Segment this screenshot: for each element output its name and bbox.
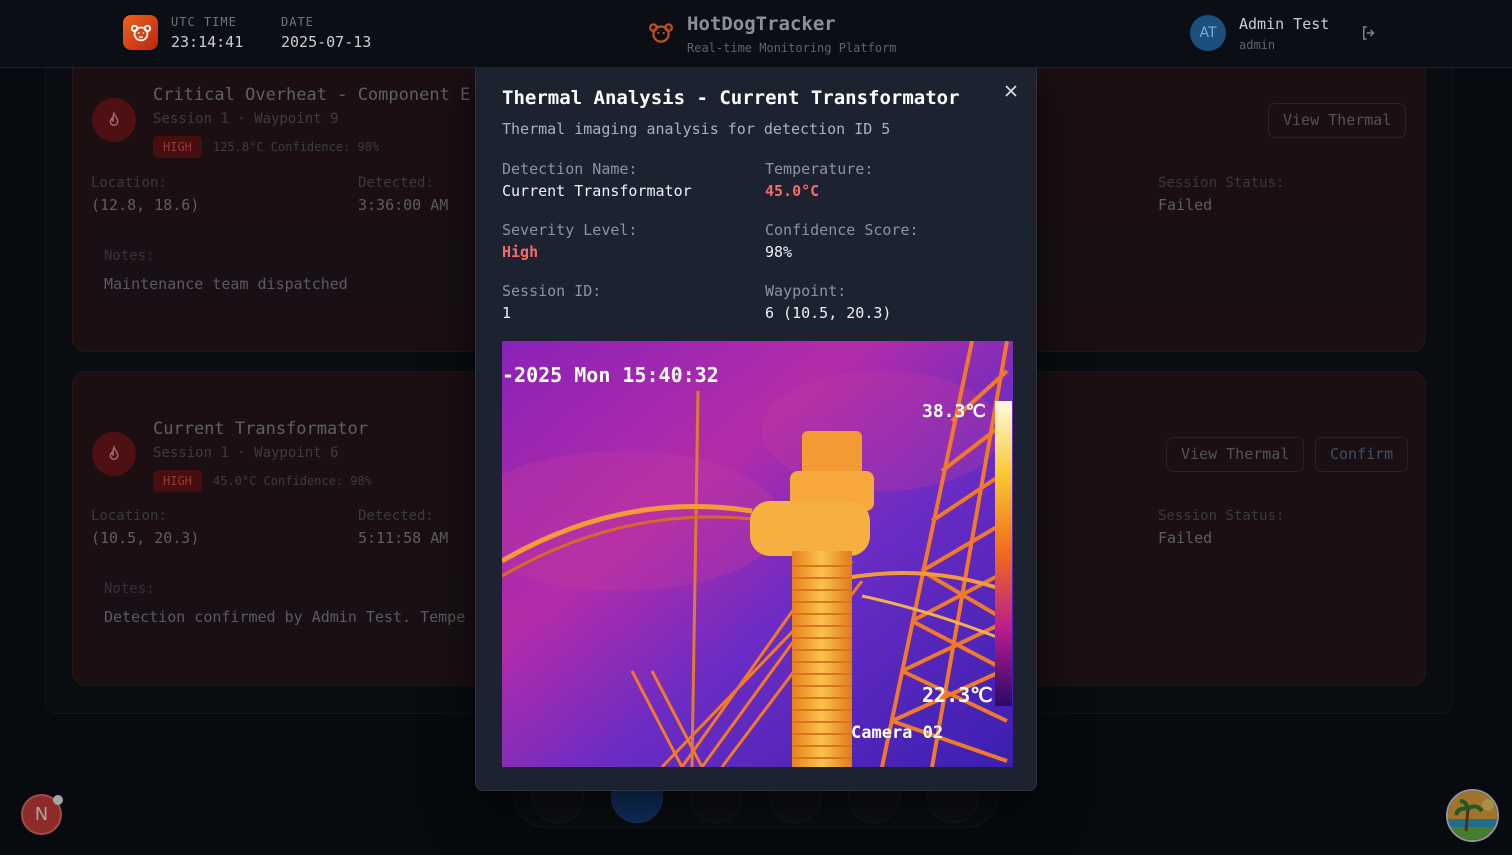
severity-label: Severity Level: <box>502 221 638 239</box>
confidence-value: 98% <box>765 243 793 261</box>
logout-icon[interactable] <box>1360 24 1378 46</box>
image-timestamp: -2025 Mon 15:40:32 <box>502 363 719 387</box>
date-label: DATE <box>281 15 314 29</box>
confidence-label: Confidence Score: <box>765 221 919 239</box>
temperature-label: Temperature: <box>765 160 874 178</box>
user-avatar[interactable]: AT <box>1190 15 1226 51</box>
image-min-temp: 22.3℃ <box>922 683 993 707</box>
user-name: Admin Test <box>1239 15 1330 33</box>
session-id-label: Session ID: <box>502 282 602 300</box>
waypoint-value: 6 (10.5, 20.3) <box>765 304 892 322</box>
detection-name-value: Current Transformator <box>502 182 692 200</box>
detection-name-label: Detection Name: <box>502 160 638 178</box>
utc-time-label: UTC TIME <box>171 15 237 29</box>
thermal-analysis-dialog: Thermal Analysis - Current Transformator… <box>475 62 1037 791</box>
date-value: 2025-07-13 <box>281 33 372 51</box>
app-header: UTC TIME 23:14:41 DATE 2025-07-13 HotDog… <box>0 0 1512 68</box>
image-camera-label: Camera 02 <box>851 723 943 743</box>
brand-title: HotDogTracker <box>687 13 836 35</box>
dialog-description: Thermal imaging analysis for detection I… <box>502 120 891 138</box>
user-role: admin <box>1239 38 1276 52</box>
dog-brand-icon <box>648 20 674 50</box>
dog-logo-icon <box>123 15 158 50</box>
temperature-value: 45.0°C <box>765 182 820 200</box>
waypoint-label: Waypoint: <box>765 282 847 300</box>
utc-time-value: 23:14:41 <box>171 33 244 51</box>
close-icon[interactable] <box>1001 81 1021 101</box>
brand-subtitle: Real-time Monitoring Platform <box>687 41 897 55</box>
session-id-value: 1 <box>502 304 512 322</box>
dialog-title: Thermal Analysis - Current Transformator <box>502 87 960 109</box>
severity-value: High <box>502 243 539 261</box>
thermal-image: -2025 Mon 15:40:32 38.3℃ 22.3℃ Camera 02 <box>502 341 1013 767</box>
image-max-temp: 38.3℃ <box>922 401 986 422</box>
